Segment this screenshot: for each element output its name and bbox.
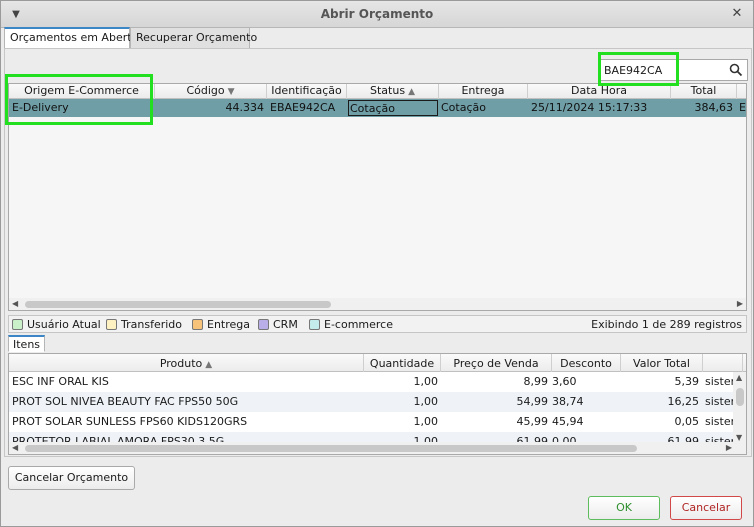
cell-codigo: 44.334	[225, 101, 265, 114]
window-title: Abrir Orçamento	[320, 7, 434, 21]
items-table: Produto ▲ Quantidade Preço de Venda Desco…	[8, 353, 747, 455]
cell-desconto: 3,60	[552, 375, 577, 388]
cell-data-hora: 25/11/2024 15:17:33	[531, 101, 648, 114]
items-horizontal-scrollbar[interactable]: ◀ ▶	[9, 442, 735, 454]
table-row[interactable]: E-Delivery 44.334 EBAE942CA Cotação Cota…	[9, 99, 746, 117]
legend-swatch	[12, 319, 23, 330]
column-header-produto[interactable]: Produto ▲	[9, 354, 364, 372]
column-header-origem[interactable]: Origem E-Commerce	[9, 84, 155, 99]
cell-desconto: 45,94	[552, 415, 584, 428]
orders-horizontal-scrollbar[interactable]: ◀ ▶	[9, 298, 746, 310]
cell-valor-total: 16,25	[667, 395, 700, 408]
cell-origem: E-Delivery	[12, 101, 69, 114]
table-row[interactable]: PROT SOL NIVEA BEAUTY FAC FPS50 50G 1,00…	[9, 392, 746, 412]
sort-desc-icon: ▼	[227, 87, 235, 97]
cell-produto: PROT SOL NIVEA BEAUTY FAC FPS50 50G	[12, 395, 239, 408]
cell-extra: sister	[705, 395, 735, 408]
cell-identificacao: EBAE942CA	[270, 101, 336, 114]
column-header-valor-total[interactable]: Valor Total	[621, 354, 703, 372]
cell-produto: ESC INF ORAL KIS	[12, 375, 109, 388]
tab-itens[interactable]: Itens	[8, 335, 46, 352]
legend-bar: Usuário Atual Transferido Entrega CRM E-…	[8, 315, 747, 333]
cell-quantidade: 1,00	[413, 415, 439, 428]
scroll-right-icon[interactable]: ▶	[737, 299, 743, 308]
cell-desconto: 38,74	[552, 395, 584, 408]
scrollbar-thumb[interactable]	[25, 445, 637, 452]
legend-swatch	[309, 319, 320, 330]
title-bar: ▼ Abrir Orçamento ✕	[1, 1, 753, 28]
orders-table: Origem E-Commerce Código ▼ Identificação …	[8, 83, 747, 311]
cell-preco: 54,99	[516, 395, 549, 408]
scroll-up-icon[interactable]: ▲	[736, 373, 742, 382]
cell-extra: sister	[705, 375, 735, 388]
cell-quantidade: 1,00	[413, 375, 439, 388]
column-header-extra[interactable]	[737, 84, 746, 99]
legend-swatch	[192, 319, 203, 330]
legend-swatch	[106, 319, 117, 330]
tab-orcamentos-em-aberto[interactable]: Orçamentos em Aberto	[4, 27, 138, 49]
cell-status: Cotação	[348, 100, 438, 116]
column-header-identificacao[interactable]: Identificação	[267, 84, 347, 99]
sort-asc-icon: ▲	[205, 360, 213, 370]
sort-asc-icon: ▲	[408, 87, 415, 97]
record-count: Exibindo 1 de 289 registros	[591, 318, 742, 331]
cell-valor-total: 5,39	[674, 375, 700, 388]
search-icon[interactable]	[729, 63, 743, 77]
legend-swatch	[258, 319, 269, 330]
cell-extra: sister	[705, 415, 735, 428]
cell-produto: PROT SOLAR SUNLESS FPS60 KIDS120GRS	[12, 415, 248, 428]
cell-quantidade: 1,00	[413, 395, 439, 408]
legend-item-crm: CRM	[258, 318, 298, 332]
close-icon[interactable]: ✕	[729, 6, 745, 22]
items-table-header: Produto ▲ Quantidade Preço de Venda Desco…	[9, 354, 746, 372]
column-header-data-hora[interactable]: Data Hora	[528, 84, 671, 99]
cell-preco: 8,99	[523, 375, 549, 388]
search-input[interactable]	[604, 62, 722, 78]
cell-entrega: Cotação	[441, 101, 486, 114]
cell-extra: ED	[739, 101, 746, 114]
dialog-window: ▼ Abrir Orçamento ✕ Orçamentos em Aberto…	[0, 0, 754, 527]
column-header-extra[interactable]	[703, 354, 743, 372]
legend-item-usuario-atual: Usuário Atual	[12, 318, 101, 332]
cell-total: 384,63	[694, 101, 734, 114]
cancel-button[interactable]: Cancelar	[670, 496, 742, 520]
column-header-codigo[interactable]: Código ▼	[155, 84, 267, 99]
scroll-left-icon[interactable]: ◀	[12, 299, 18, 308]
scroll-right-icon[interactable]: ▶	[726, 443, 732, 452]
cancel-quote-button[interactable]: Cancelar Orçamento	[8, 466, 135, 490]
scroll-left-icon[interactable]: ◀	[12, 443, 18, 452]
cell-valor-total: 0,05	[674, 415, 700, 428]
table-row[interactable]: ESC INF ORAL KIS 1,00 8,99 3,60 5,39 sis…	[9, 372, 746, 392]
scrollbar-thumb[interactable]	[25, 301, 331, 308]
column-header-desconto[interactable]: Desconto	[552, 354, 621, 372]
scrollbar-thumb[interactable]	[736, 388, 744, 406]
legend-item-ecommerce: E-commerce	[309, 318, 393, 332]
search-field[interactable]	[600, 59, 748, 81]
tab-recuperar-orcamento[interactable]: Recuperar Orçamento	[130, 27, 257, 49]
ok-button[interactable]: OK	[588, 496, 660, 520]
column-header-status[interactable]: Status ▲	[347, 84, 439, 99]
legend-item-entrega: Entrega	[192, 318, 250, 332]
orders-table-header: Origem E-Commerce Código ▼ Identificação …	[9, 84, 746, 99]
column-header-entrega[interactable]: Entrega	[439, 84, 528, 99]
column-header-preco-venda[interactable]: Preço de Venda	[441, 354, 552, 372]
column-header-quantidade[interactable]: Quantidade	[364, 354, 441, 372]
scroll-down-icon[interactable]: ▼	[736, 433, 742, 442]
legend-item-transferido: Transferido	[106, 318, 182, 332]
cell-preco: 45,99	[516, 415, 549, 428]
column-header-total[interactable]: Total	[671, 84, 737, 99]
table-row[interactable]: PROT SOLAR SUNLESS FPS60 KIDS120GRS 1,00…	[9, 412, 746, 432]
